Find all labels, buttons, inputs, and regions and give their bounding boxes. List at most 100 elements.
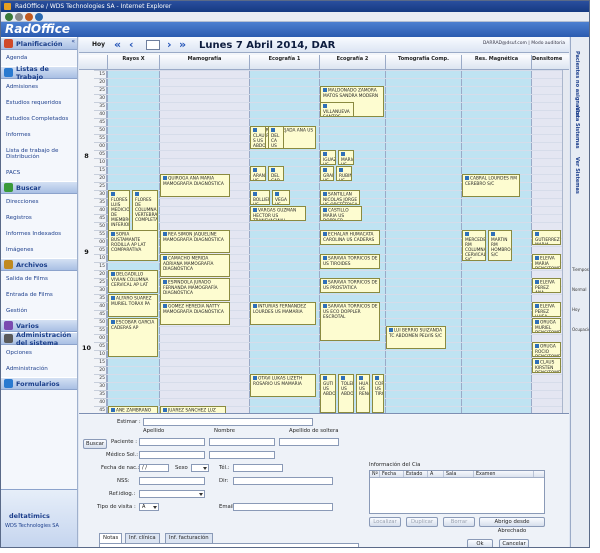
right-panel-label-2[interactable]: Ver Sistemas <box>574 157 580 194</box>
sidebar-collapse-button[interactable]: « <box>71 38 75 45</box>
medico-input-2[interactable] <box>209 451 275 459</box>
appointment-card[interactable]: SARAVIA TORRICOS DE US TIROIDES <box>320 254 380 269</box>
today-button[interactable]: Hoy <box>92 41 105 48</box>
tipo-visita-select[interactable]: A <box>139 503 159 511</box>
notes-textarea[interactable] <box>99 543 359 547</box>
column-header-1[interactable]: Mamografía <box>159 55 249 70</box>
appointment-card[interactable]: ORUGA ROCIO DENSITOMETRÍA CADERA-COLUMNA <box>532 342 561 357</box>
refresh-icon[interactable] <box>35 13 43 21</box>
next-day-icon[interactable]: › <box>167 39 172 50</box>
schedule-column-2[interactable] <box>249 70 319 413</box>
cancel-button[interactable]: Cancelar <box>499 539 529 547</box>
email-input[interactable] <box>233 503 333 511</box>
appointment-card[interactable]: ANE ZAMBRANO RUTH TORAX PA <box>108 406 158 413</box>
sidebar-item-1-0[interactable]: Admisiones <box>1 79 77 95</box>
sidebar-item-1-3[interactable]: Informes <box>1 127 77 143</box>
appointment-card[interactable]: VARGAS GUZMAN HECTOR US TRANSVAGINAL <box>250 206 306 221</box>
sidebar-item-3-1[interactable]: Entrada de Films <box>1 287 77 303</box>
apellido-soltera-input[interactable] <box>279 438 339 446</box>
appointment-card[interactable]: INTURIAS FERNANDEZ LOURDES US MAMARIA <box>250 302 316 325</box>
prev-week-icon[interactable]: « <box>114 39 121 50</box>
stop-icon[interactable] <box>25 13 33 21</box>
appointment-card[interactable]: IGUAZU US TIROIDES <box>320 150 336 165</box>
sidebar-section-0[interactable]: Planificación <box>1 37 77 50</box>
next-week-icon[interactable]: » <box>179 39 186 50</box>
appointment-card[interactable]: VILLANUEVA SANTOS LUISA US TIROIDEA <box>320 102 354 117</box>
appointment-card[interactable]: QUIROGA ANA MARIA MAMOGRAFÍA DIAGNÓSTICA <box>160 174 230 197</box>
appointment-card[interactable]: SORIA BUSTAMANTE RODILLA AP LAT COMPARAT… <box>108 230 158 261</box>
sidebar-item-3-0[interactable]: Salida de Films <box>1 271 77 287</box>
dir-input[interactable] <box>233 477 333 485</box>
sidebar-item-5-0[interactable]: Opciones <box>1 345 77 361</box>
sidebar-item-5-1[interactable]: Administración <box>1 361 77 377</box>
appointment-card[interactable]: CASTILLO MARIA US DOPPLER <box>320 206 362 221</box>
sidebar-section-1[interactable]: Listas de Trabajo <box>1 65 77 81</box>
appointment-card[interactable]: ESCOBAR GARCIA CADERAS AP <box>108 318 158 357</box>
appointment-card[interactable]: TOLEDO US ABDOMEN <box>338 374 354 413</box>
column-header-5[interactable]: Res. Magnética <box>461 55 531 70</box>
appointment-card[interactable]: GUTIERREZ MARIA DENSITOMETRÍA CADERA-COL… <box>532 230 561 245</box>
appointment-card[interactable]: ORUGA MURIEL DENSITOMETRÍA CADERA-COLUMN… <box>532 318 561 333</box>
info-button-2[interactable]: Borrar <box>443 517 475 527</box>
buscar-button[interactable]: Buscar <box>83 439 107 449</box>
appointment-card[interactable]: ALFARO SUAREZ MURIEL TORAX PA <box>108 294 158 317</box>
appointment-card[interactable]: CORONA US TIROIDES <box>372 374 384 413</box>
medico-input[interactable] <box>139 451 205 459</box>
info-table[interactable]: Nº Fecha Estado A Sala Examen <box>369 470 545 514</box>
info-button-0[interactable]: Localizar <box>369 517 401 527</box>
appointment-card[interactable]: ELEIVA MARIA DENSITOMETRÍA CADERA-COLUMN… <box>532 254 561 269</box>
info-column-header[interactable]: Examen <box>474 471 534 477</box>
appointment-card[interactable]: DELGADILLO VIVIAN COLUMNA CERVICAL AP LA… <box>108 270 158 293</box>
info-button-1[interactable]: Duplicar <box>406 517 438 527</box>
appointment-card[interactable]: CLAURE S US ABDOMEN <box>250 126 266 149</box>
tab-2[interactable]: Inf. facturación <box>165 533 213 543</box>
appointment-card[interactable]: CLAUS KIRSTEN DENSITOMETRÍA CADERA-COLUM… <box>532 358 561 373</box>
sidebar-item-2-2[interactable]: Informes Indexados <box>1 226 77 242</box>
sidebar-section-5[interactable]: Administración del sistema <box>1 331 77 347</box>
sidebar-item-2-3[interactable]: Imágenes <box>1 242 77 258</box>
appointment-card[interactable]: VEGA US PELVICO <box>272 190 290 205</box>
info-column-header[interactable]: Sala <box>444 471 474 477</box>
sidebar-item-2-0[interactable]: Direcciones <box>1 194 77 210</box>
appointment-card[interactable]: ELEIVA PEREZ ANA DENSITOMETRÍA CADERA-CO… <box>532 278 561 293</box>
sidebar-item-1-1[interactable]: Estudios requeridos <box>1 95 77 111</box>
info-column-header[interactable]: Estado <box>404 471 428 477</box>
appointment-card[interactable]: OTAVI LUKAS LIZETH ROSARIO US MAMARIA <box>250 374 316 397</box>
sidebar-item-1-4[interactable]: Lista de trabajo de Distribución <box>1 143 77 165</box>
info-column-header[interactable]: Nº <box>370 471 380 477</box>
appointment-card[interactable]: ECHALAR HUMACATA CAROLINA US CADERAS <box>320 230 380 245</box>
calendar-picker-icon[interactable] <box>146 40 160 50</box>
sidebar-section-6[interactable]: Formularios <box>1 377 77 390</box>
appointment-card[interactable]: GOMEZ HEREDIA NATTY MAMOGRAFÍA DIAGNÓSTI… <box>160 302 230 325</box>
appointment-card[interactable]: CAMACHO MERIDA ADRIANA MAMOGRAFÍA DIAGNÓ… <box>160 254 230 277</box>
nombre-input[interactable] <box>209 438 275 446</box>
appointment-card[interactable]: MARTIN RM HOMBRO S/C <box>488 230 512 261</box>
appointment-card[interactable]: REA SIMON JAQUELINE MAMOGRAFÍA DIAGNÓSTI… <box>160 230 230 253</box>
appointment-card[interactable]: ELEIVA PEREZ LUISA DENSITOMETRÍA CADERA-… <box>532 302 561 317</box>
tel-input[interactable] <box>233 464 283 472</box>
appointment-card[interactable]: BOLLIER US RENAL <box>250 190 270 205</box>
column-header-6[interactable]: Densitometría <box>531 55 562 70</box>
sexo-select[interactable] <box>191 464 209 472</box>
info-column-header[interactable]: Fecha <box>380 471 404 477</box>
column-header-3[interactable]: Ecografía 2 <box>319 55 385 70</box>
appointment-card[interactable]: CABRAL LOURDES RM CEREBRO S/C <box>462 174 520 197</box>
refirido-select[interactable] <box>139 490 205 498</box>
appointment-card[interactable]: ARANDA US ABDOMEN <box>250 166 266 181</box>
apellido-input[interactable] <box>139 438 205 446</box>
column-header-2[interactable]: Ecografía 1 <box>249 55 319 70</box>
sidebar-item-2-1[interactable]: Registros <box>1 210 77 226</box>
info-column-header[interactable]: A <box>428 471 444 477</box>
sidebar-item-3-2[interactable]: Gestión <box>1 303 77 319</box>
fecha-nac-input[interactable]: / / <box>139 464 169 472</box>
column-header-0[interactable]: Rayos X <box>107 55 159 70</box>
sidebar-section-2[interactable]: Buscar <box>1 181 77 194</box>
sidebar-item-1-2[interactable]: Estudios Completados <box>1 111 77 127</box>
appointment-card[interactable]: MERCEDES RM COLUMNA CERVICAL S/C <box>462 230 486 261</box>
nss-input[interactable] <box>139 477 205 485</box>
right-panel-label-1[interactable]: Vista Sistemas <box>574 107 580 149</box>
tab-1[interactable]: Inf. clínica <box>125 533 160 543</box>
schedule-scrollbar[interactable] <box>562 70 569 413</box>
back-icon[interactable] <box>5 13 13 21</box>
sidebar-item-1-5[interactable]: PACS <box>1 165 77 181</box>
